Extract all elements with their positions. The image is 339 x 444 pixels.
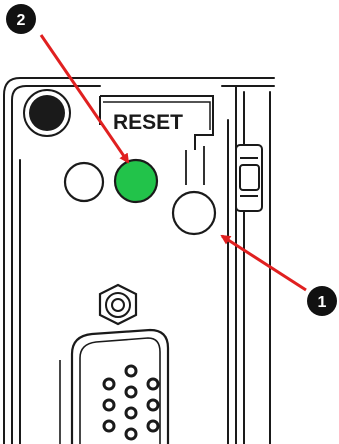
callout-number-1: 1 — [318, 294, 327, 311]
device-diagram: RESET 2 1 — [3, 4, 337, 444]
callout-arrow-1 — [220, 234, 307, 292]
reset-button-guide — [185, 146, 205, 185]
reset-label-plate: RESET — [99, 95, 214, 150]
screw — [23, 89, 71, 137]
dsub-connector — [59, 328, 170, 444]
callout-badge-2: 2 — [6, 4, 36, 34]
status-led-off — [63, 161, 105, 203]
side-latch — [235, 144, 263, 212]
reset-label: RESET — [113, 111, 183, 134]
callout-badge-1: 1 — [307, 286, 337, 316]
callout-number-2: 2 — [17, 12, 26, 29]
status-led-green — [113, 158, 159, 204]
connector-standoff — [98, 283, 138, 326]
reset-button[interactable] — [171, 190, 217, 236]
